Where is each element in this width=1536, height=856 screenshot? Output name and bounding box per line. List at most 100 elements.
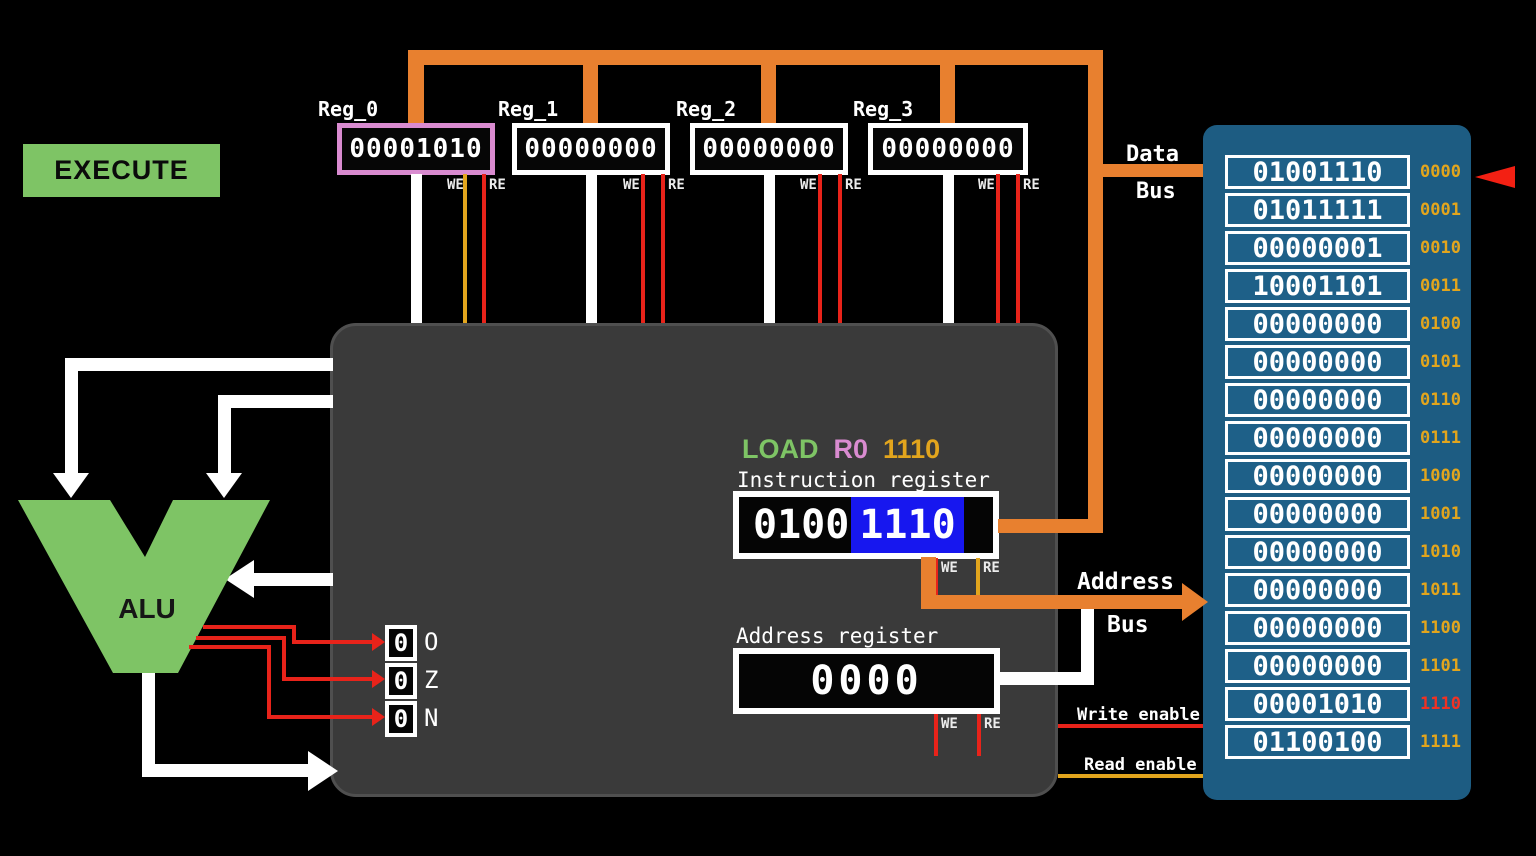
memory-value: 00000000 [1252, 423, 1382, 454]
alu-input1-wire-h [65, 358, 333, 371]
ir-re-wire [976, 558, 980, 595]
flag-z-wire-2 [282, 636, 286, 681]
reg0-we-label: WE [447, 177, 464, 193]
memory-row: 00001010 [1225, 687, 1410, 721]
memory-value: 00000000 [1252, 651, 1382, 682]
reg1-we-label: WE [623, 177, 640, 193]
reg3-we-label: WE [978, 177, 995, 193]
flag-o-value: 0 [394, 629, 408, 657]
reg1-re-label: RE [668, 177, 685, 193]
ir-we-label: WE [941, 560, 958, 576]
memory-value: 01100100 [1252, 727, 1382, 758]
flag-n-box: 0 [385, 701, 417, 737]
flag-o-arrow-icon [372, 633, 385, 651]
memory-row: 00000000 [1225, 573, 1410, 607]
memory-row: 00000000 [1225, 307, 1410, 341]
memory-address: 0110 [1420, 390, 1461, 410]
memory-address: 1101 [1420, 656, 1461, 676]
memory-address: 1001 [1420, 504, 1461, 524]
alu-output-wire-h [142, 764, 310, 777]
address-register-box: 0000 [733, 648, 1000, 714]
address-bus-arrow-icon [1182, 583, 1208, 621]
reg1-re-wire [661, 174, 665, 323]
flag-o-wire-3 [292, 640, 373, 644]
flag-n-arrow-icon [372, 708, 385, 726]
flag-z-wire-3 [282, 677, 373, 681]
alu-input1-wire-v [65, 358, 78, 473]
reg0-box: 00001010 [337, 123, 495, 175]
memory-row: 00000000 [1225, 535, 1410, 569]
memory-address: 1010 [1420, 542, 1461, 562]
reg1-we-wire [641, 174, 645, 323]
memory-address: 0000 [1420, 162, 1461, 182]
data-bus-drop-reg3 [940, 62, 955, 126]
instruction-opcode: LOAD [742, 434, 819, 465]
ar-we-label: WE [941, 716, 958, 732]
instruction-register-label: Instruction register [737, 468, 990, 492]
cpu-simulator-canvas: EXECUTE Data Bus Reg_0 00001010 WE RE Re… [0, 0, 1536, 856]
reg2-we-label: WE [800, 177, 817, 193]
data-bus-top-horizontal [408, 50, 1103, 65]
memory-value: 00000000 [1252, 613, 1382, 644]
flag-n-wire-3 [267, 715, 373, 719]
ar-we-wire [934, 714, 938, 756]
memory-row: 00000000 [1225, 345, 1410, 379]
flag-n-value: 0 [394, 705, 408, 733]
memory-value: 00000000 [1252, 309, 1382, 340]
reg0-re-label: RE [489, 177, 506, 193]
write-enable-label: Write enable [1077, 705, 1200, 725]
address-bus-horizontal [921, 595, 1183, 609]
ar-re-label: RE [984, 716, 1001, 732]
reg2-we-wire [818, 174, 822, 323]
reg1-value: 00000000 [524, 134, 657, 164]
reg2-label: Reg_2 [676, 97, 736, 121]
flag-o-label: O [424, 628, 438, 656]
alu-output-arrow-icon [308, 751, 338, 791]
flag-n-label: N [424, 704, 438, 732]
reg3-we-wire [996, 174, 1000, 323]
reg3-label: Reg_3 [853, 97, 913, 121]
memory-address: 0101 [1420, 352, 1461, 372]
address-bus-label-line1: Address [1077, 569, 1174, 595]
memory-address: 1000 [1420, 466, 1461, 486]
memory-row: 01100100 [1225, 725, 1410, 759]
memory-row: 00000000 [1225, 497, 1410, 531]
execute-button[interactable]: EXECUTE [23, 144, 220, 197]
reg3-value: 00000000 [881, 134, 1014, 164]
memory-row: 00000000 [1225, 649, 1410, 683]
read-enable-label: Read enable [1084, 755, 1197, 775]
address-bus-label-line2: Bus [1107, 612, 1149, 638]
alu-shape: ALU [0, 480, 300, 700]
memory-pointer-arrow-icon [1475, 166, 1515, 188]
data-bus-drop-reg1 [583, 62, 598, 126]
flag-z-label: Z [424, 666, 438, 694]
reg1-data-wire [586, 174, 597, 323]
flag-o-box: 0 [385, 625, 417, 661]
memory-row: 00000000 [1225, 383, 1410, 417]
memory-address: 0010 [1420, 238, 1461, 258]
reg3-re-label: RE [1023, 177, 1040, 193]
reg1-box: 00000000 [512, 123, 670, 175]
reg0-label: Reg_0 [318, 97, 378, 121]
reg1-label: Reg_1 [498, 97, 558, 121]
ir-re-label: RE [983, 560, 1000, 576]
flag-o-wire-1 [203, 625, 296, 629]
memory-address: 0100 [1420, 314, 1461, 334]
reg3-box: 00000000 [868, 123, 1028, 175]
memory-value: 00000000 [1252, 461, 1382, 492]
instruction-register-value-highlight: 1110 [851, 497, 963, 553]
memory-address-active: 1110 [1420, 694, 1461, 714]
read-enable-wire [1058, 774, 1203, 778]
memory-row: 00000000 [1225, 459, 1410, 493]
memory-address: 0001 [1420, 200, 1461, 220]
data-bus-label-line1: Data [1126, 142, 1179, 167]
memory-value: 00001010 [1252, 689, 1382, 720]
address-register-label: Address register [736, 624, 938, 648]
data-bus-right-vertical [1088, 50, 1103, 533]
memory-row: 01001110 [1225, 155, 1410, 189]
ar-re-wire [977, 714, 981, 756]
flag-z-arrow-icon [372, 670, 385, 688]
memory-value: 00000000 [1252, 385, 1382, 416]
alu-label: ALU [118, 593, 176, 624]
write-enable-wire [1058, 724, 1203, 728]
